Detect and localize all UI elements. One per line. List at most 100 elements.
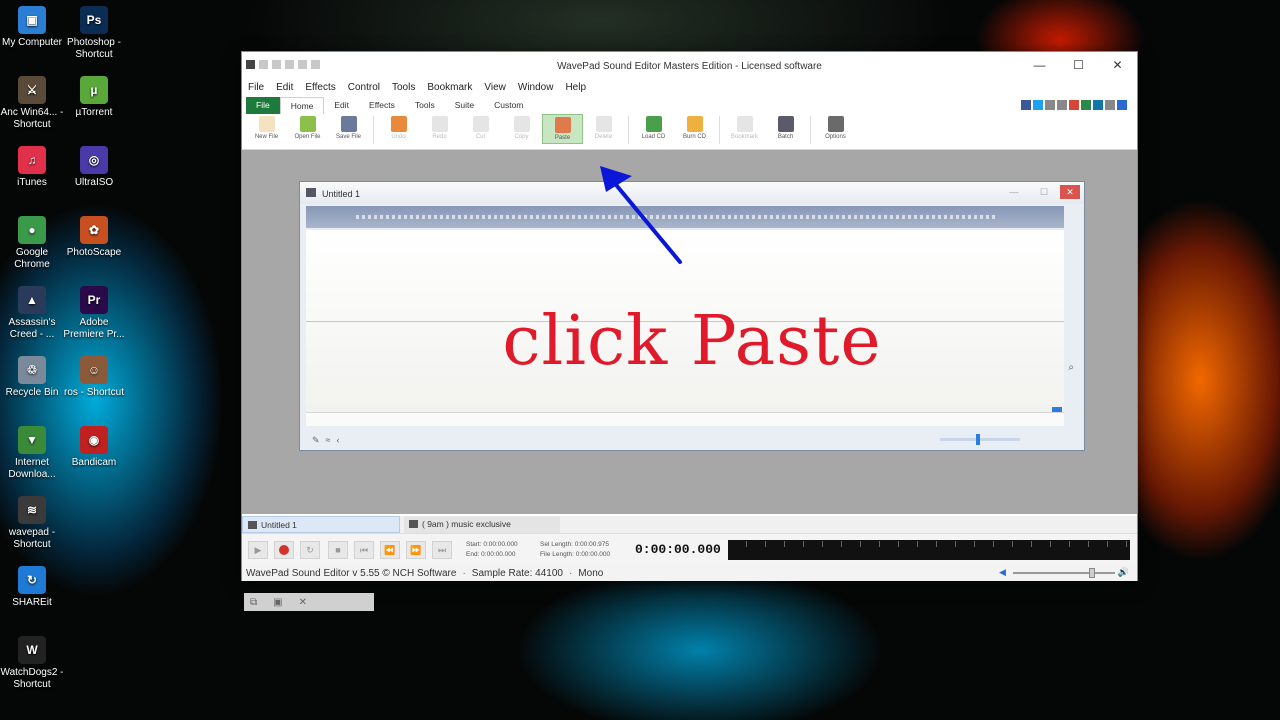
rewind-button[interactable]: ⏪ [380,541,400,559]
doc-close-button[interactable]: ✕ [1060,185,1080,199]
volume-down-icon[interactable]: ◀ [999,567,1006,578]
horizontal-scrollbar[interactable] [306,412,1064,426]
tab-custom[interactable]: Custom [484,97,533,114]
desktop-icon[interactable]: ● Google Chrome [0,216,64,271]
desktop-icon-label: Photoshop - Shortcut [67,37,121,60]
options-button[interactable]: Options [815,114,856,140]
restore-icon[interactable]: ⧉ [250,597,257,608]
zoom-icon[interactable]: ⌕ [1068,362,1074,373]
menu-edit[interactable]: Edit [276,80,299,97]
zoom-slider[interactable] [940,438,1020,441]
desktop-icon[interactable]: ▣ My Computer [0,6,64,49]
menu-window[interactable]: Window [518,80,560,97]
share-icon[interactable] [1105,100,1115,110]
menu-effects[interactable]: Effects [305,80,341,97]
menu-tools[interactable]: Tools [392,80,421,97]
volume-slider[interactable]: ◀ 🔊 [999,567,1129,578]
desktop-icon[interactable]: ↻ SHAREit [0,566,64,609]
pencil-icon[interactable]: ✎ [312,435,320,446]
close-button[interactable]: ✕ [1098,52,1137,78]
share-icon[interactable] [1057,100,1067,110]
record-button[interactable] [274,541,294,559]
share-icon[interactable] [1021,100,1031,110]
desktop-icon[interactable]: W WatchDogs2 - Shortcut [0,636,64,691]
paste-button[interactable]: Paste [542,114,583,144]
redo-button[interactable]: Redo [419,114,460,140]
close-icon[interactable]: ✕ [299,597,307,608]
menu-file[interactable]: File [248,80,270,97]
burn-cd-button[interactable]: Burn CD [674,114,715,140]
desktop-icon[interactable]: Pr Adobe Premiere Pr... [62,286,126,341]
new-file-button[interactable]: New File [246,114,287,140]
waveform-view-icon[interactable]: ≈ [326,435,331,445]
desktop-icon-label: SHAREit [12,597,52,608]
open-file-button[interactable]: Open File [287,114,328,140]
doc-maximize-button[interactable]: ☐ [1030,185,1058,199]
ribbon-button-label: Paste [554,135,571,141]
waveform-overview[interactable] [306,206,1064,228]
desktop-icon[interactable]: ▲ Assassin's Creed - ... [0,286,64,341]
doc-minimize-button[interactable]: — [1000,185,1028,199]
tab-edit[interactable]: Edit [324,97,359,114]
bookmark-button[interactable]: Bookmark [724,114,765,140]
ribbon-separator [628,116,629,144]
desktop-icon[interactable]: ✿ PhotoScape [62,216,126,259]
share-icon[interactable] [1033,100,1043,110]
play-button[interactable]: ▶ [248,541,268,559]
desktop-icon[interactable]: ◎ UltraISO [62,146,126,189]
undo-button[interactable]: Undo [378,114,419,140]
desktop-icon[interactable]: ◉ Bandicam [62,426,126,469]
zoom-slider-knob[interactable] [976,434,980,445]
menu-bar: File Edit Effects Control Tools Bookmark View W… [242,80,1137,97]
meter-scale [728,541,1130,547]
minimize-button[interactable]: — [1020,52,1059,78]
menu-bookmark[interactable]: Bookmark [427,80,478,97]
share-icon[interactable] [1117,100,1127,110]
menu-view[interactable]: View [484,80,512,97]
share-icon[interactable] [1093,100,1103,110]
file-tab[interactable]: ( 9am ) music exclusive [404,516,560,533]
menu-control[interactable]: Control [348,80,386,97]
stop-button[interactable]: ■ [328,541,348,559]
desktop-icon[interactable]: ⚔ Anc Win64... - Shortcut [0,76,64,131]
desktop-icon[interactable]: µ µTorrent [62,76,126,119]
go-start-button[interactable]: ⏮ [354,541,374,559]
share-icon[interactable] [1045,100,1055,110]
maximize-button[interactable]: ☐ [1059,52,1098,78]
share-icon[interactable] [1069,100,1079,110]
tab-tools[interactable]: Tools [405,97,445,114]
volume-knob[interactable] [1089,568,1095,578]
load-cd-button[interactable]: Load CD [633,114,674,140]
shortcut-icon: ♲ [18,356,46,384]
desktop-icon[interactable]: ≋ wavepad - Shortcut [0,496,64,551]
desktop-icon-label: UltraISO [74,177,114,188]
speaker-icon[interactable]: 🔊 [1118,567,1129,578]
fast-forward-button[interactable]: ⏩ [406,541,426,559]
delete-button[interactable]: Delete [583,114,624,140]
tab-effects[interactable]: Effects [359,97,405,114]
cut-button[interactable]: Cut [460,114,501,140]
batch-button[interactable]: Batch [765,114,806,140]
desktop-icon[interactable]: ☺ ros - Shortcut [62,356,126,399]
desktop-icon[interactable]: ▼ Internet Downloa... [0,426,64,481]
share-icon[interactable] [1081,100,1091,110]
volume-track[interactable] [1013,572,1115,574]
tab-home[interactable]: Home [279,97,325,114]
copy-button[interactable]: Copy [501,114,542,140]
document-window: Untitled 1 — ☐ ✕ click Paste ⌕ ✎ ≈ ‹ [299,181,1085,451]
tab-file[interactable]: File [246,97,280,114]
tab-suite[interactable]: Suite [445,97,484,114]
file-tab[interactable]: Untitled 1 [242,516,400,533]
loop-button[interactable]: ↻ [300,541,320,559]
scroll-left-icon[interactable]: ‹ [337,435,340,445]
shortcut-icon: Ps [80,6,108,34]
menu-help[interactable]: Help [565,80,592,97]
desktop-icon[interactable]: Ps Photoshop - Shortcut [62,6,126,61]
maximize-icon[interactable]: ▣ [273,597,282,608]
desktop-icon[interactable]: ♫ iTunes [0,146,64,189]
ribbon-button-label: Options [825,134,846,140]
desktop-icon[interactable]: ♲ Recycle Bin [0,356,64,399]
save-file-button[interactable]: Save File [328,114,369,140]
go-end-button[interactable]: ⏭ [432,541,452,559]
desktop-icon-label: Adobe Premiere Pr... [63,317,125,340]
